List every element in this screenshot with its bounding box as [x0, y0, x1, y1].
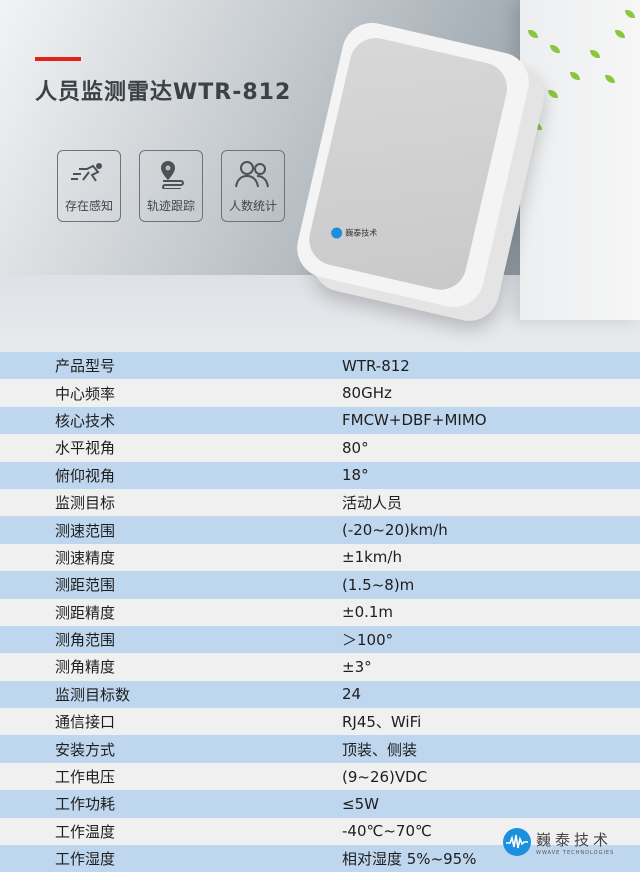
spec-label: 测速精度	[55, 548, 116, 567]
feature-label: 存在感知	[64, 199, 113, 213]
spec-value: 80GHz	[342, 384, 392, 403]
page-title: 人员监测雷达WTR-812	[35, 80, 292, 105]
spec-row: 测角精度 ±3°	[0, 653, 640, 681]
spec-value: WTR-812	[342, 356, 410, 375]
feature-label: 轨迹跟踪	[146, 199, 195, 213]
spec-row: 核心技术 FMCW+DBF+MIMO	[0, 406, 640, 435]
spec-row: 中心频率 80GHz	[0, 379, 640, 407]
spec-value: FMCW+DBF+MIMO	[342, 411, 487, 430]
spec-row: 工作电压 (9~26)VDC	[0, 762, 640, 791]
leaf-decoration	[528, 30, 538, 38]
device-logo: 巍泰技术	[331, 227, 378, 239]
spec-value: ＞100°	[342, 631, 394, 650]
spec-label: 测角范围	[55, 631, 116, 650]
spec-value: RJ45、WiFi	[342, 713, 422, 732]
leaf-decoration	[590, 50, 600, 58]
spec-row: 通信接口 RJ45、WiFi	[0, 708, 640, 736]
feature-presence: 存在感知	[57, 150, 121, 222]
wave-logo-icon	[331, 227, 343, 239]
spec-value: ±3°	[342, 657, 372, 676]
feature-label: 人数统计	[228, 199, 277, 213]
spec-label: 通信接口	[55, 713, 116, 732]
spec-row: 俯仰视角 18°	[0, 461, 640, 489]
spec-row: 监测目标 活动人员	[0, 488, 640, 517]
spec-label: 安装方式	[55, 740, 116, 759]
spec-row: 测距精度 ±0.1m	[0, 598, 640, 626]
spec-label: 测速范围	[55, 521, 116, 540]
spec-row: 监测目标数 24	[0, 680, 640, 709]
leaf-decoration	[548, 90, 558, 98]
spec-value: (-20~20)km/h	[342, 521, 448, 540]
spec-row: 安装方式 顶装、侧装	[0, 735, 640, 763]
spec-value: 顶装、侧装	[342, 740, 418, 759]
spec-label: 俯仰视角	[55, 466, 116, 485]
spec-row: 产品型号 WTR-812	[0, 352, 640, 380]
device-brand: 巍泰技术	[345, 228, 378, 238]
radar-device-image: 巍泰技术	[291, 16, 535, 314]
leaf-decoration	[605, 75, 615, 83]
spec-label: 测角精度	[55, 658, 116, 677]
spec-label: 测距范围	[55, 576, 116, 595]
device-face: 巍泰技术	[304, 32, 513, 295]
spec-row: 测角范围 ＞100°	[0, 625, 640, 654]
spec-label: 中心频率	[55, 384, 116, 403]
people-icon	[235, 161, 269, 188]
spec-row: 测速精度 ±1km/h	[0, 543, 640, 572]
spec-label: 测距精度	[55, 603, 116, 622]
spec-label: 工作功耗	[55, 795, 116, 814]
spec-label: 产品型号	[55, 357, 116, 376]
spec-value: ±1km/h	[342, 548, 402, 567]
spec-row: 测速范围 (-20~20)km/h	[0, 516, 640, 544]
leaf-decoration	[550, 45, 560, 53]
spec-row: 测距范围 (1.5~8)m	[0, 571, 640, 599]
spec-label: 水平视角	[55, 439, 116, 458]
spec-value: 80°	[342, 438, 369, 457]
spec-label: 工作湿度	[55, 850, 116, 869]
accent-bar	[35, 57, 81, 61]
leaf-decoration	[615, 30, 625, 38]
brand-name-cn: 巍泰技术	[536, 830, 613, 849]
spec-value: (1.5~8)m	[342, 575, 415, 594]
spec-value: ±0.1m	[342, 603, 394, 622]
spec-value: 24	[342, 685, 362, 704]
spec-label: 核心技术	[55, 411, 116, 430]
spec-value: 活动人员	[342, 494, 403, 513]
brand-name-en: WWAVE TECHNOLOGIES	[536, 849, 615, 856]
spec-row: 水平视角 80°	[0, 434, 640, 462]
white-panel	[520, 0, 640, 320]
leaf-decoration	[570, 72, 580, 80]
spec-label: 监测目标	[55, 494, 116, 513]
leaf-decoration	[625, 10, 635, 18]
product-hero: 人员监测雷达WTR-812 存在感知 轨迹跟踪 人数统计 巍泰技术	[0, 0, 640, 352]
spec-label: 监测目标数	[55, 685, 131, 704]
brand-logo: 巍泰技术 WWAVE TECHNOLOGIES	[503, 828, 614, 856]
spec-label: 工作温度	[55, 822, 116, 841]
spec-table: 产品型号 WTR-812 中心频率 80GHz 核心技术 FMCW+DBF+MIMO 水平视…	[0, 352, 640, 872]
spec-value: ≤5W	[342, 794, 379, 813]
spec-value: 18°	[342, 466, 369, 485]
spec-row: 工作功耗 ≤5W	[0, 790, 640, 818]
spec-label: 工作电压	[55, 768, 116, 787]
feature-tracking: 轨迹跟踪	[139, 150, 203, 222]
running-person-icon	[71, 163, 102, 182]
location-track-icon	[161, 161, 184, 190]
wave-logo-icon	[503, 828, 531, 856]
spec-value: (9~26)VDC	[342, 767, 428, 786]
feature-counting: 人数统计	[221, 150, 285, 222]
leaf-decoration	[532, 122, 542, 130]
